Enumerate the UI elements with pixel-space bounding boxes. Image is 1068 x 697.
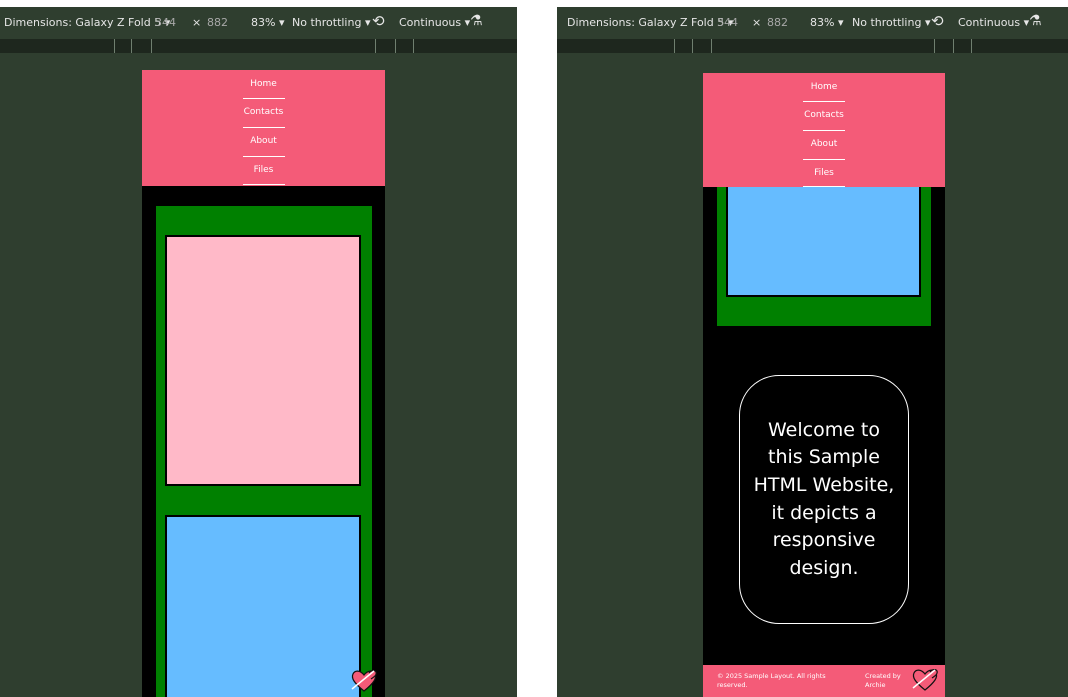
media-query-ruler[interactable] <box>557 39 1068 53</box>
times-symbol: × <box>752 16 762 29</box>
site-nav: Home Contacts About Files <box>703 73 945 187</box>
nav-contacts[interactable]: Contacts <box>703 110 945 120</box>
site-footer: © 2025 Sample Layout. All rights reserve… <box>703 665 945 697</box>
rotate-icon[interactable]: ⟲ <box>931 12 944 30</box>
media-query-ruler[interactable] <box>0 39 517 53</box>
times-symbol: × <box>192 16 202 29</box>
device-viewport[interactable]: Home Contacts About Files <box>142 70 385 697</box>
device-viewport[interactable]: Home Contacts About Files Welcome to thi… <box>703 73 945 697</box>
welcome-text: Welcome to this Sample HTML Website, it … <box>753 418 895 579</box>
zoom-dropdown[interactable]: 83% ▾ <box>810 16 843 29</box>
height-input[interactable]: 882 <box>207 16 228 29</box>
devtools-pane-left: Dimensions: Galaxy Z Fold 5 ▾ 344 × 882 … <box>0 7 517 697</box>
width-input[interactable]: 344 <box>717 16 738 29</box>
nav-about[interactable]: About <box>703 139 945 149</box>
nav-files[interactable]: Files <box>703 168 945 178</box>
zoom-dropdown[interactable]: 83% ▾ <box>251 16 284 29</box>
device-toolbar: Dimensions: Galaxy Z Fold 5 ▾ 344 × 882 … <box>557 7 1068 39</box>
width-input[interactable]: 344 <box>155 16 176 29</box>
blue-box <box>165 515 361 697</box>
dimensions-dropdown[interactable]: Dimensions: Galaxy Z Fold 5 ▾ <box>567 16 733 29</box>
nav-contacts[interactable]: Contacts <box>142 107 385 117</box>
nav-home[interactable]: Home <box>703 82 945 92</box>
nav-about[interactable]: About <box>142 136 385 146</box>
throttling-dropdown[interactable]: No throttling ▾ <box>852 16 930 29</box>
site-nav: Home Contacts About Files <box>142 70 385 186</box>
devtools-pane-right: Dimensions: Galaxy Z Fold 5 ▾ 344 × 882 … <box>557 7 1068 697</box>
welcome-card: Welcome to this Sample HTML Website, it … <box>739 375 909 624</box>
pink-box <box>165 235 361 486</box>
footer-copyright: © 2025 Sample Layout. All rights reserve… <box>717 672 826 689</box>
rotate-icon[interactable]: ⟲ <box>372 12 385 30</box>
mode-dropdown[interactable]: Continuous ▾ <box>399 16 470 29</box>
nav-files[interactable]: Files <box>142 165 385 175</box>
height-input[interactable]: 882 <box>767 16 788 29</box>
footer-credit: Created by Archie <box>865 672 901 689</box>
dimensions-dropdown[interactable]: Dimensions: Galaxy Z Fold 5 ▾ <box>4 16 170 29</box>
flask-icon[interactable]: ⚗ <box>1029 13 1042 29</box>
throttling-dropdown[interactable]: No throttling ▾ <box>292 16 370 29</box>
device-toolbar: Dimensions: Galaxy Z Fold 5 ▾ 344 × 882 … <box>0 7 517 39</box>
mode-dropdown[interactable]: Continuous ▾ <box>958 16 1029 29</box>
heart-icon[interactable] <box>350 667 378 693</box>
flask-icon[interactable]: ⚗ <box>470 13 483 29</box>
heart-icon[interactable] <box>911 666 939 692</box>
nav-home[interactable]: Home <box>142 79 385 89</box>
